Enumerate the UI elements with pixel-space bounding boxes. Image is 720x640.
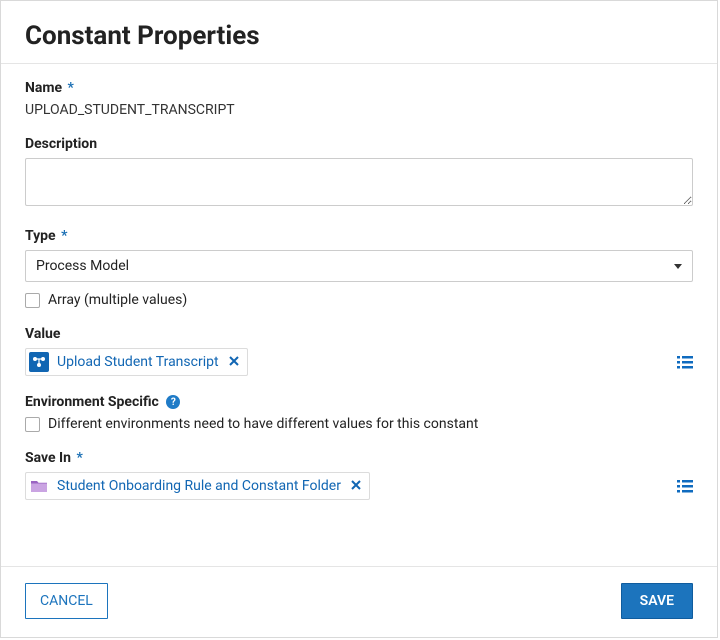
save-in-chip-remove[interactable]	[349, 478, 363, 494]
close-icon	[229, 356, 239, 366]
save-in-label-text: Save In	[25, 450, 71, 466]
env-specific-label: Environment Specific	[25, 394, 159, 410]
type-label: Type *	[25, 228, 693, 244]
process-model-icon	[29, 352, 49, 372]
env-checkbox-row: Different environments need to have diff…	[25, 416, 693, 432]
value-chip-label[interactable]: Upload Student Transcript	[57, 354, 219, 370]
save-button[interactable]: SAVE	[621, 583, 693, 619]
required-mark: *	[59, 228, 67, 244]
description-label: Description	[25, 136, 693, 152]
value-chip: Upload Student Transcript	[25, 348, 248, 376]
dialog-title: Constant Properties	[25, 21, 693, 51]
required-mark: *	[66, 80, 74, 96]
value-row: Upload Student Transcript	[25, 348, 693, 376]
name-label: Name *	[25, 80, 693, 96]
value-list-button[interactable]	[677, 355, 693, 369]
required-mark: *	[74, 450, 82, 466]
type-select-value: Process Model	[36, 258, 129, 274]
array-checkbox-label: Array (multiple values)	[48, 292, 187, 308]
save-in-list-button[interactable]	[677, 479, 693, 493]
list-icon	[677, 355, 693, 369]
dialog-footer: CANCEL SAVE	[1, 566, 717, 637]
type-label-text: Type	[25, 228, 56, 244]
chevron-down-icon	[674, 264, 682, 269]
array-checkbox[interactable]	[25, 293, 40, 308]
description-input[interactable]	[25, 158, 693, 206]
dialog-header: Constant Properties	[1, 1, 717, 64]
cancel-button[interactable]: CANCEL	[25, 583, 108, 619]
array-checkbox-row: Array (multiple values)	[25, 292, 693, 308]
env-checkbox-label: Different environments need to have diff…	[48, 416, 478, 432]
constant-properties-dialog: Constant Properties Name * UPLOAD_STUDEN…	[0, 0, 718, 638]
type-select[interactable]: Process Model	[25, 250, 693, 282]
list-icon	[677, 479, 693, 493]
env-specific-label-row: Environment Specific ?	[25, 394, 693, 410]
name-label-text: Name	[25, 80, 62, 96]
close-icon	[351, 480, 361, 490]
save-in-label: Save In *	[25, 450, 693, 466]
save-in-row: Student Onboarding Rule and Constant Fol…	[25, 472, 693, 500]
save-in-chip-label[interactable]: Student Onboarding Rule and Constant Fol…	[57, 478, 341, 494]
folder-icon	[29, 476, 49, 496]
env-checkbox[interactable]	[25, 417, 40, 432]
value-label: Value	[25, 326, 693, 342]
dialog-body: Name * UPLOAD_STUDENT_TRANSCRIPT Descrip…	[1, 64, 717, 566]
save-in-chip: Student Onboarding Rule and Constant Fol…	[25, 472, 370, 500]
name-value: UPLOAD_STUDENT_TRANSCRIPT	[25, 102, 693, 118]
help-icon[interactable]: ?	[166, 395, 180, 409]
value-chip-remove[interactable]	[227, 354, 241, 370]
